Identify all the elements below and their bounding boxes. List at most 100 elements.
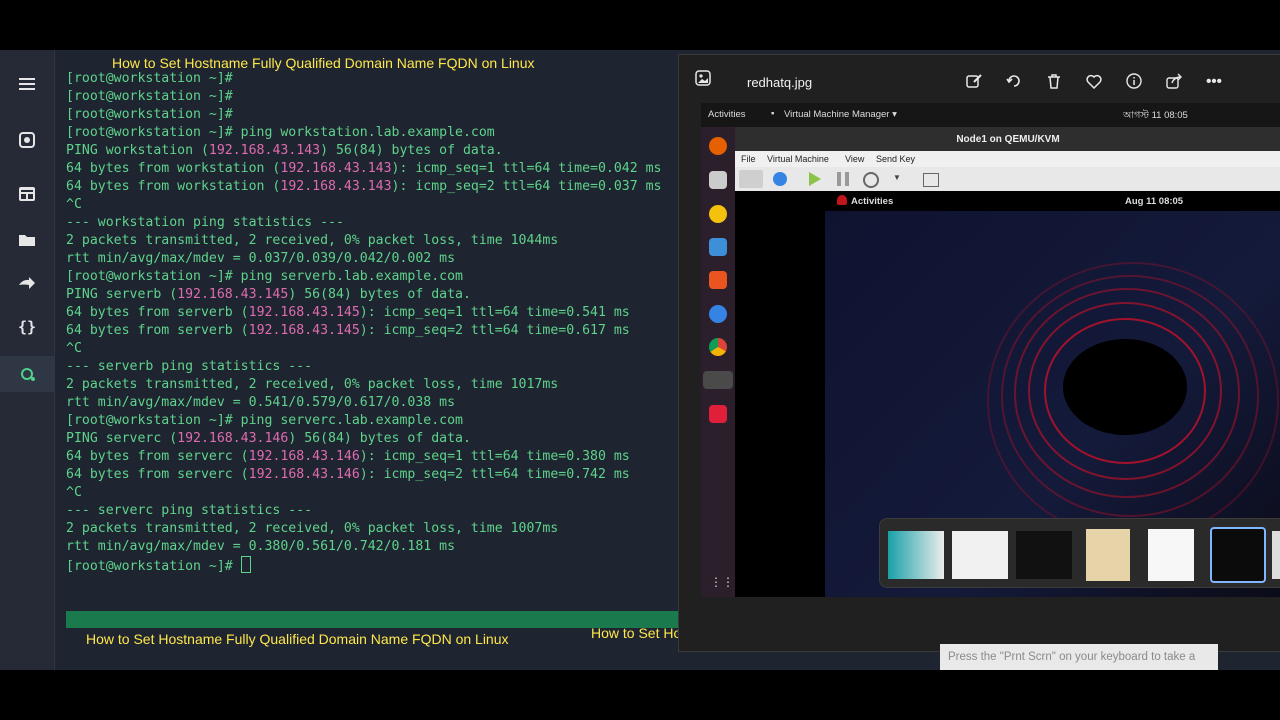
help-icon [709,305,727,323]
git-icon[interactable] [0,356,54,392]
rhythmbox-icon [709,205,727,223]
terminal-text: ) 56(84) bytes of data. [320,143,503,158]
terminal-output[interactable]: [root@workstation ~]# [root@workstation ~… [66,70,676,576]
thumbnail-2[interactable] [952,531,1008,579]
terminal-line: --- serverc ping statistics --- [66,503,313,518]
app-menu-label: Virtual Machine Manager ▾ [784,109,897,120]
rotate-icon[interactable] [1001,68,1027,94]
terminal-text: 64 bytes from workstation ( [66,179,281,194]
menu-icon[interactable] [0,66,54,102]
redhat-icon [837,195,847,205]
terminal-line: [root@workstation ~]# [66,89,233,104]
terminal-text: ): icmp_seq=2 ttl=64 time=0.037 ms [391,179,662,194]
terminal-text: ): icmp_seq=2 ttl=64 time=0.742 ms [359,467,630,482]
ubuntu-top-bar: Activities ▪ Virtual Machine Manager ▾ আ… [701,103,1280,127]
ip-address: 192.168.43.143 [208,143,321,158]
ip-address: 192.168.43.146 [177,431,289,446]
terminal-line: 64 bytes from serverc (192.168.43.146): … [66,466,676,484]
vmm-dock-icon [703,371,733,389]
terminal-line: [root@workstation ~]# ping serverb.lab.e… [66,269,463,284]
thumbnail-7[interactable] [1272,531,1280,579]
terminal-line: rtt min/avg/max/mdev = 0.380/0.561/0.742… [66,539,456,554]
pause-icon [837,172,849,186]
terminal-text: 64 bytes from workstation ( [66,161,281,176]
anydesk-icon [709,405,727,423]
power-icon [863,172,879,188]
more-icon[interactable]: ••• [1201,68,1227,94]
thumbnail-6-selected[interactable] [1210,527,1266,583]
desktop-area: {} How to Set Hostname Fully Qualified D… [0,50,1280,670]
guest-activities-label: Activities [851,196,894,207]
settings-icon[interactable] [0,122,54,158]
terminal-line: [root@workstation ~]# ping serverc.lab.e… [66,413,463,428]
files-icon [709,171,727,189]
folder-icon[interactable] [0,221,54,257]
terminal-line: 64 bytes from serverb (192.168.43.145): … [66,322,676,340]
ip-address: 192.168.43.143 [280,161,392,176]
terminal-line: 64 bytes from workstation (192.168.43.14… [66,178,676,196]
terminal-line: [root@workstation ~]# [66,556,676,576]
firefox-icon [709,137,727,155]
terminal-text: ) 56(84) bytes of data. [288,287,471,302]
terminal-text: 64 bytes from serverc ( [66,467,249,482]
menu-file: File [741,154,756,164]
forward-icon[interactable] [0,265,54,301]
terminal-line: PING serverb (192.168.43.145) 56(84) byt… [66,286,676,304]
terminal-line: 64 bytes from serverc (192.168.43.146): … [66,448,676,466]
terminal-line: 2 packets transmitted, 2 received, 0% pa… [66,377,559,392]
terminal-line: ^C [66,485,82,500]
ip-address: 192.168.43.146 [248,467,360,482]
clock-label: আগস্ট 11 08:05 [1123,110,1188,121]
dashboard-icon[interactable] [0,176,54,212]
terminal-line: --- workstation ping statistics --- [66,215,344,230]
viewer-filename: redhatq.jpg [747,75,813,90]
terminal-text: ): icmp_seq=1 ttl=64 time=0.380 ms [359,449,630,464]
run-icon [809,172,821,186]
dropdown-icon: ▼ [893,173,901,182]
favorite-icon[interactable] [1081,68,1107,94]
terminal-line: 2 packets transmitted, 2 received, 0% pa… [66,521,559,536]
terminal-text: ): icmp_seq=1 ttl=64 time=0.541 ms [359,305,630,320]
terminal-line: [root@workstation ~]# [66,71,233,86]
terminal-text: 64 bytes from serverb ( [66,323,249,338]
terminal-text: ) 56(84) bytes of data. [288,431,471,446]
thumbnail-3[interactable] [1016,531,1072,579]
edit-icon[interactable] [961,68,987,94]
console-icon [739,170,763,188]
info-icon[interactable] [1121,68,1147,94]
delete-icon[interactable] [1041,68,1067,94]
photo-viewer-window: redhatq.jpg ••• Activities ▪ Virtual Mac… [678,54,1280,652]
filmstrip [879,518,1280,588]
terminal-line: 2 packets transmitted, 2 received, 0% pa… [66,233,559,248]
terminal-line: 64 bytes from workstation (192.168.43.14… [66,160,676,178]
terminal-line: [root@workstation ~]# ping workstation.l… [66,125,495,140]
vm-toolbar: ▼ [735,167,1280,192]
writer-icon [709,238,727,256]
thumbnail-4[interactable] [1086,529,1130,581]
menu-virtual-machine: Virtual Machine [767,154,829,164]
ip-address: 192.168.43.143 [280,179,392,194]
hint-banner: Press the "Prnt Scrn" on your keyboard t… [940,644,1218,670]
guest-clock-label: Aug 11 08:05 [1125,196,1184,207]
thumbnail-1[interactable] [888,531,944,579]
terminal-line: rtt min/avg/max/mdev = 0.541/0.579/0.617… [66,395,456,410]
terminal-line: 64 bytes from serverb (192.168.43.145): … [66,304,676,322]
ip-address: 192.168.43.145 [248,323,360,338]
details-icon [773,172,787,186]
terminal-line: PING serverc (192.168.43.146) 56(84) byt… [66,430,676,448]
terminal-text: PING workstation ( [66,143,209,158]
menu-view: View [845,154,865,164]
terminal-line: ^C [66,341,82,356]
vmm-icon: ▪ [771,108,775,119]
image-icon [695,70,711,91]
terminal-line: PING workstation (192.168.43.143) 56(84)… [66,142,676,160]
guest-top-bar: Activities Aug 11 08:05 [735,191,1280,211]
braces-icon[interactable]: {} [0,309,54,345]
share-icon[interactable] [1161,68,1187,94]
thumbnail-5[interactable] [1148,529,1194,581]
ip-address: 192.168.43.145 [177,287,289,302]
terminal-line: [root@workstation ~]# [66,107,233,122]
chrome-icon [709,338,727,356]
terminal-line: --- serverb ping statistics --- [66,359,313,374]
terminal-text: 64 bytes from serverc ( [66,449,249,464]
